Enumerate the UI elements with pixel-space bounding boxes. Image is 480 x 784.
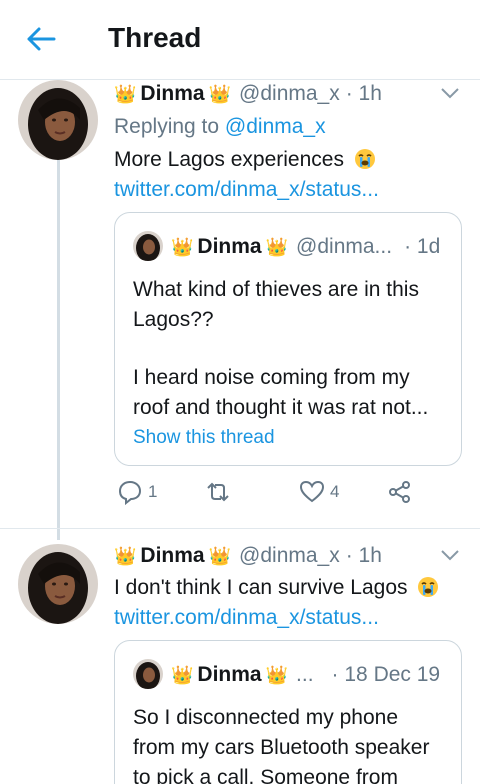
like-count: 4 — [330, 482, 340, 501]
tweet-author-row: 👑 Dinma 👑 @dinma_x · 1h — [114, 82, 382, 106]
quoted-text-line: I heard noise coming from my — [133, 366, 410, 389]
crown-icon: 👑 — [171, 236, 194, 257]
tweet-divider — [0, 528, 480, 529]
quoted-text-line: from my cars Bluetooth speaker — [133, 736, 430, 759]
top-bar: Thread — [0, 0, 480, 80]
crown-icon: 👑 — [208, 545, 232, 566]
tweet-author-row: 👑 Dinma 👑 @dinma_x · 1h — [114, 544, 382, 568]
quoted-author-name: Dinma — [197, 235, 262, 258]
reply-icon — [118, 480, 142, 506]
reply-button[interactable]: 1 — [116, 478, 157, 506]
chevron-down-icon[interactable] — [440, 548, 460, 562]
crown-icon: 👑 — [114, 83, 137, 104]
quoted-tweet-card[interactable]: 👑 Dinma 👑 ... · 18 Dec 19 So I disconnec… — [114, 640, 462, 784]
crown-icon: 👑 — [265, 664, 289, 685]
avatar[interactable] — [18, 80, 98, 160]
tweet-link[interactable]: twitter.com/dinma_x/status... — [114, 175, 379, 204]
author-handle[interactable]: @dinma_x — [239, 82, 340, 106]
author-name[interactable]: Dinma — [140, 82, 204, 106]
heart-icon — [299, 480, 325, 503]
quoted-text-line: roof and thought it was rat not... — [133, 396, 429, 419]
tweet-link[interactable]: twitter.com/dinma_x/status... — [114, 603, 379, 632]
quoted-text-line: So I disconnected my phone — [133, 706, 399, 729]
quoted-time: · 18 Dec 19 — [331, 663, 441, 686]
crown-icon: 👑 — [208, 83, 232, 104]
tweet-text: More Lagos experiences — [114, 145, 376, 174]
quoted-author-row: 👑 Dinma 👑 @dinma... · 1d — [171, 235, 440, 259]
share-button[interactable] — [386, 478, 414, 506]
tweet-actions: 1 4 — [116, 478, 446, 514]
chevron-down-icon[interactable] — [440, 86, 460, 100]
page-title: Thread — [108, 22, 202, 53]
quoted-author-name: Dinma — [197, 663, 262, 686]
retweet-icon — [207, 482, 229, 502]
quoted-text-line: to pick a call. Someone from — [133, 766, 398, 784]
crown-icon: 👑 — [114, 545, 137, 566]
share-icon — [389, 481, 410, 503]
quoted-author-handle: ... — [296, 663, 314, 686]
quoted-author-row: 👑 Dinma 👑 ... · 18 Dec 19 — [171, 663, 440, 687]
retweet-button[interactable] — [204, 478, 232, 506]
thread-connector-line — [57, 160, 60, 540]
reply-count: 1 — [148, 482, 158, 501]
quoted-tweet-card[interactable]: 👑 Dinma 👑 @dinma... · 1d What kind of th… — [114, 212, 462, 466]
replying-handle-link[interactable]: @dinma_x — [225, 115, 326, 138]
quoted-avatar — [133, 659, 163, 689]
show-thread-link[interactable]: Show this thread — [133, 427, 275, 449]
quoted-time: · 1d — [404, 235, 441, 258]
quoted-avatar — [133, 231, 163, 261]
crown-icon: 👑 — [265, 236, 289, 257]
author-handle[interactable]: @dinma_x — [239, 544, 340, 568]
crying-face-icon — [418, 577, 439, 597]
back-arrow-icon[interactable] — [24, 22, 58, 56]
crown-icon: 👑 — [171, 664, 194, 685]
like-button[interactable]: 4 — [298, 478, 339, 506]
quoted-author-handle: @dinma... — [296, 235, 393, 258]
crying-face-icon — [354, 149, 375, 169]
tweet-time: · 1h — [345, 544, 382, 567]
quoted-text-line: What kind of thieves are in this — [133, 278, 419, 301]
tweet-text: I don't think I can survive Lagos — [114, 573, 439, 602]
author-name[interactable]: Dinma — [140, 544, 204, 568]
replying-to: Replying to @dinma_x — [114, 115, 326, 138]
avatar[interactable] — [18, 544, 98, 624]
tweet-time: · 1h — [345, 82, 382, 105]
quoted-text-line: Lagos?? — [133, 308, 214, 331]
